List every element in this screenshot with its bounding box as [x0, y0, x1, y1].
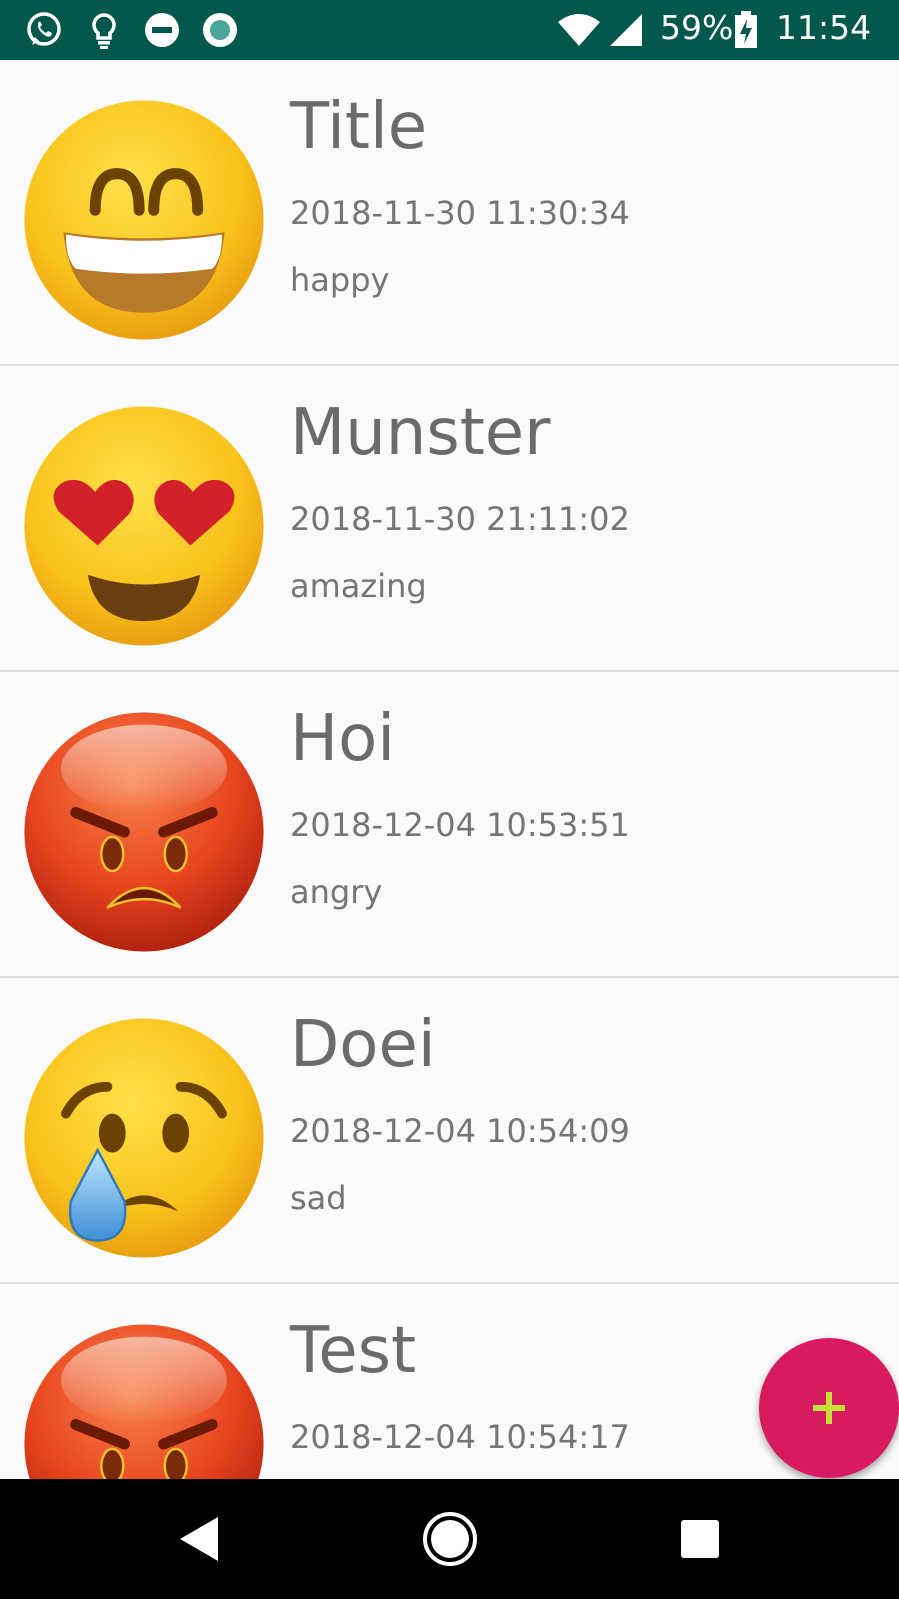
- entry-date: 2018-12-04 10:53:51: [290, 806, 630, 844]
- entry-title: Test: [290, 1314, 417, 1388]
- entry-title: Title: [290, 90, 428, 164]
- list-item[interactable]: Doei 2018-12-04 10:54:09 sad: [0, 978, 899, 1284]
- angry-face-icon: [24, 712, 264, 952]
- entry-mood: sad: [290, 1179, 347, 1217]
- navigation-bar: [0, 1479, 899, 1599]
- entry-title: Hoi: [290, 702, 396, 776]
- entry-mood: amazing: [290, 567, 427, 605]
- entry-date: 2018-12-04 10:54:17: [290, 1418, 630, 1456]
- mood-list: Title 2018-11-30 11:30:34 happy Munster …: [0, 60, 899, 1479]
- list-item[interactable]: Munster 2018-11-30 21:11:02 amazing: [0, 366, 899, 672]
- lightbulb-icon: [92, 13, 116, 49]
- status-bar: 59% 11:54: [0, 0, 899, 60]
- heart-eyes-face-icon: [24, 406, 264, 646]
- add-entry-button[interactable]: [759, 1338, 899, 1478]
- entry-date: 2018-11-30 11:30:34: [290, 194, 630, 232]
- record-icon: [203, 13, 237, 47]
- clock: 11:54: [776, 8, 872, 47]
- recents-icon[interactable]: [670, 1509, 730, 1569]
- angry-face-icon: [24, 1324, 264, 1479]
- battery-charging-icon: [735, 11, 757, 48]
- entry-title: Munster: [290, 396, 551, 470]
- signal-icon: [610, 14, 642, 46]
- entry-title: Doei: [290, 1008, 436, 1082]
- home-icon[interactable]: [420, 1509, 480, 1569]
- list-item[interactable]: Title 2018-11-30 11:30:34 happy: [0, 60, 899, 366]
- plus-icon: [813, 1392, 845, 1424]
- entry-date: 2018-11-30 21:11:02: [290, 500, 630, 538]
- back-icon[interactable]: [170, 1509, 230, 1569]
- do-not-disturb-icon: [145, 13, 179, 47]
- battery-percent: 59%: [660, 8, 734, 47]
- entry-mood: happy: [290, 261, 390, 299]
- crying-face-icon: [24, 1018, 264, 1258]
- whatsapp-icon: [27, 12, 61, 46]
- list-item[interactable]: Hoi 2018-12-04 10:53:51 angry: [0, 672, 899, 978]
- happy-face-icon: [24, 100, 264, 340]
- wifi-icon: [558, 14, 600, 46]
- entry-mood: angry: [290, 873, 383, 911]
- entry-date: 2018-12-04 10:54:09: [290, 1112, 630, 1150]
